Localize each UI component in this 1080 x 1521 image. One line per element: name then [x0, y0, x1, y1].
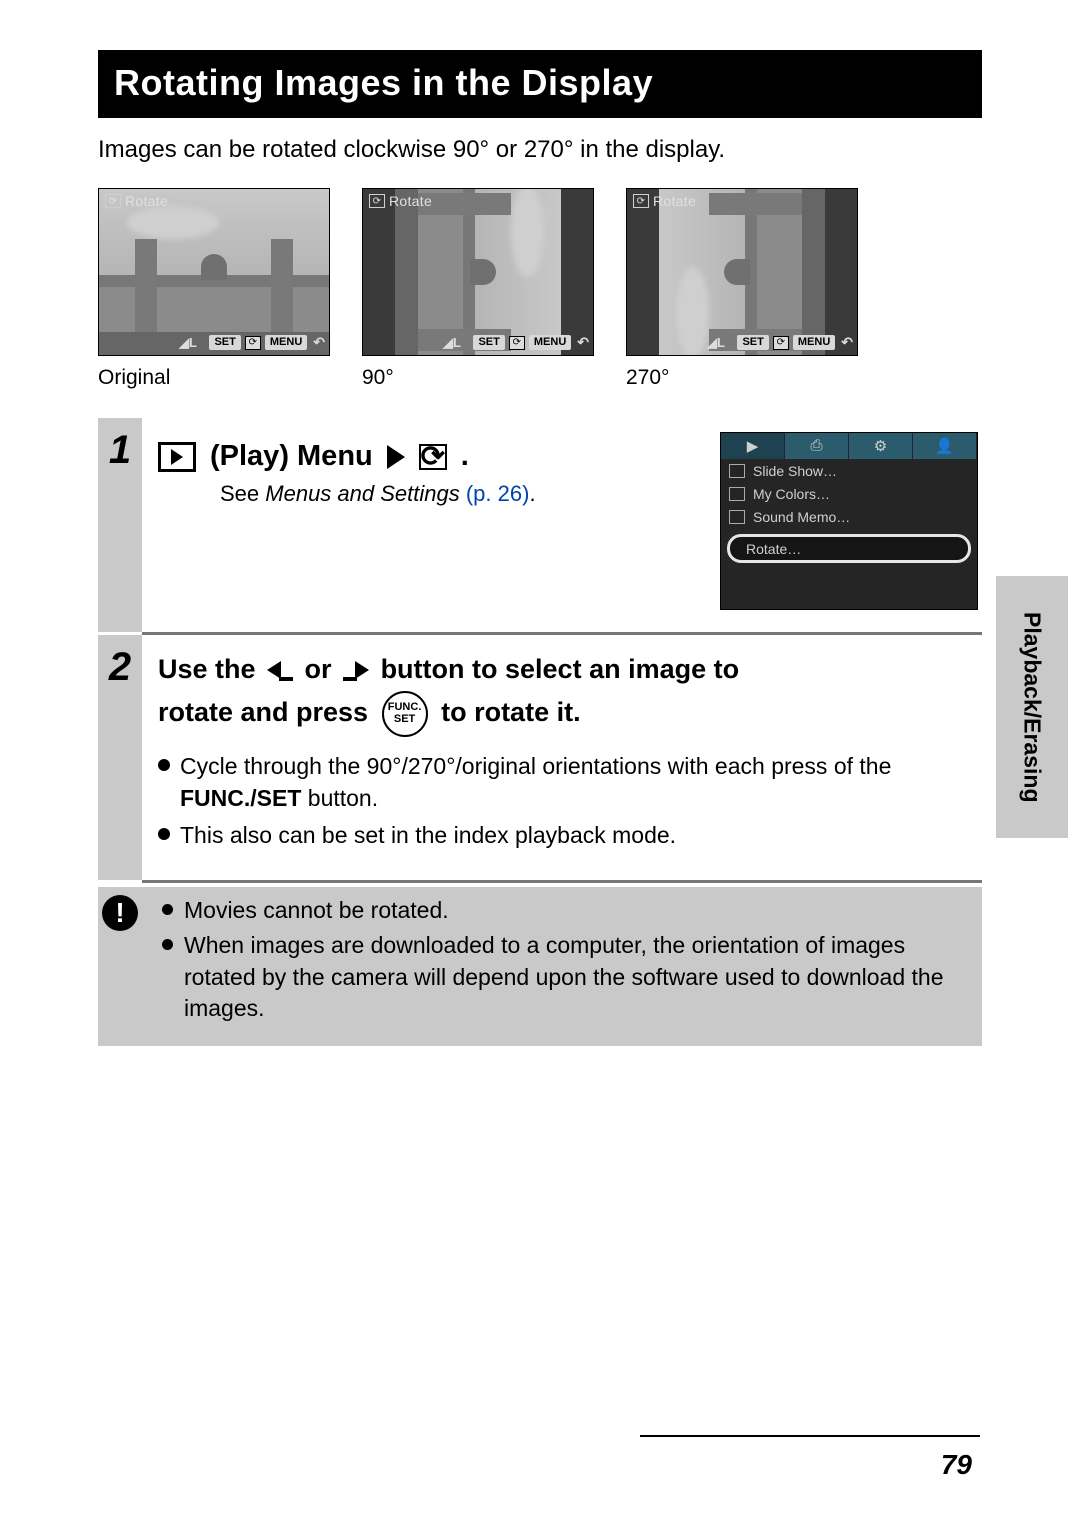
- camera-screen: ⟳ Rotate ◢L SET ⟳ MENU ↶: [362, 188, 594, 356]
- step-number: 2: [98, 635, 142, 880]
- rotate-icon: ⟳: [245, 336, 261, 350]
- example-caption: Original: [98, 366, 330, 390]
- bullet: Cycle through the 90°/270°/original orie…: [158, 751, 978, 814]
- section-tab-text: Playback/Erasing: [1019, 612, 1046, 803]
- set-badge: SET: [209, 335, 240, 350]
- set-badge: SET: [737, 335, 768, 350]
- step1-subtext: See Menus and Settings (p. 26).: [220, 481, 690, 507]
- rotate-label: ⟳ Rotate: [633, 193, 696, 209]
- step1-heading: (Play) Menu ⟳ .: [158, 440, 690, 473]
- step2-heading: Use the or button to select an image to …: [158, 649, 978, 737]
- step2-bullets: Cycle through the 90°/270°/original orie…: [158, 751, 978, 852]
- menu-item: My Colors…: [721, 482, 977, 505]
- steps: 1 (Play) Menu ⟳ . See Menus and Settings…: [98, 418, 982, 883]
- divider: [142, 880, 982, 883]
- menu-tab: ⚙: [849, 433, 913, 459]
- menu-badge: MENU: [265, 335, 307, 350]
- badges: SET ⟳ MENU ↶: [737, 334, 853, 351]
- rotate-label: ⟳ Rotate: [105, 193, 168, 209]
- warning-icon: !: [102, 895, 138, 931]
- rotate-icon: ⟳: [773, 336, 789, 350]
- menu-item-icon: [729, 464, 745, 478]
- example-90: ⟳ Rotate ◢L SET ⟳ MENU ↶ 90°: [362, 188, 594, 390]
- page-link[interactable]: (p. 26): [460, 481, 530, 506]
- quality-marker: ◢L: [179, 335, 197, 351]
- menu-badge: MENU: [529, 335, 571, 350]
- example-270: ⟳ Rotate ◢L SET ⟳ MENU ↶ 270°: [626, 188, 858, 390]
- step-2: Use the or button to select an image to …: [142, 635, 982, 880]
- example-row: ⟳ Rotate ◢L SET ⟳ MENU ↶ Original: [98, 188, 982, 390]
- func-set-icon: FUNC.SET: [382, 691, 428, 737]
- back-icon: ↶: [313, 334, 325, 351]
- step-1: (Play) Menu ⟳ . See Menus and Settings (…: [142, 418, 982, 632]
- arrow-left-icon: [267, 661, 293, 681]
- rotate-icon: ⟳: [633, 194, 649, 208]
- camera-screen: ⟳ Rotate ◢L SET ⟳ MENU ↶: [626, 188, 858, 356]
- rotate-label: ⟳ Rotate: [369, 193, 432, 209]
- page-number-rule: [640, 1435, 980, 1437]
- menu-item-icon: [729, 510, 745, 524]
- quality-marker: ◢L: [443, 335, 461, 351]
- page-number: 79: [941, 1449, 972, 1481]
- menu-screenshot: ▶ ⎙ ⚙ 👤 Slide Show… My Colors… Sound Mem…: [720, 432, 978, 610]
- rotate-icon: ⟳: [509, 336, 525, 350]
- bullet: This also can be set in the index playba…: [158, 820, 978, 852]
- page-title: Rotating Images in the Display: [98, 50, 982, 118]
- note-item: When images are downloaded to a computer…: [162, 930, 972, 1024]
- manual-page: Rotating Images in the Display Images ca…: [0, 0, 1080, 1521]
- quality-marker: ◢L: [707, 335, 725, 351]
- example-original: ⟳ Rotate ◢L SET ⟳ MENU ↶ Original: [98, 188, 330, 390]
- badges: SET ⟳ MENU ↶: [473, 334, 589, 351]
- menu-tabs: ▶ ⎙ ⚙ 👤: [721, 433, 977, 459]
- menu-item: Sound Memo…: [721, 505, 977, 528]
- note-box: ! Movies cannot be rotated. When images …: [98, 887, 982, 1046]
- period: .: [461, 440, 469, 473]
- intro-text: Images can be rotated clockwise 90° or 2…: [98, 136, 982, 164]
- menu-item: Slide Show…: [721, 459, 977, 482]
- camera-screen: ⟳ Rotate ◢L SET ⟳ MENU ↶: [98, 188, 330, 356]
- menu-item-rotate: Rotate…: [727, 534, 971, 563]
- rotate-icon: ⟳: [369, 194, 385, 208]
- arrow-right-icon: [387, 445, 405, 469]
- menu-badge: MENU: [793, 335, 835, 350]
- menu-item-icon: [729, 487, 745, 501]
- play-menu-text: (Play) Menu: [210, 440, 373, 473]
- step-number: 1: [98, 418, 142, 632]
- set-badge: SET: [473, 335, 504, 350]
- arrow-right-icon: [343, 661, 369, 681]
- back-icon: ↶: [841, 334, 853, 351]
- rotate-menu-icon: ⟳: [419, 444, 447, 470]
- play-icon: [158, 442, 196, 472]
- note-item: Movies cannot be rotated.: [162, 895, 972, 926]
- example-caption: 90°: [362, 366, 594, 390]
- example-caption: 270°: [626, 366, 858, 390]
- back-icon: ↶: [577, 334, 589, 351]
- menu-tab: ▶: [721, 433, 785, 459]
- badges: SET ⟳ MENU ↶: [209, 334, 325, 351]
- rotate-icon: ⟳: [105, 194, 121, 208]
- menu-tab: ⎙: [785, 433, 849, 459]
- menu-tab: 👤: [913, 433, 977, 459]
- section-tab: Playback/Erasing: [996, 576, 1068, 838]
